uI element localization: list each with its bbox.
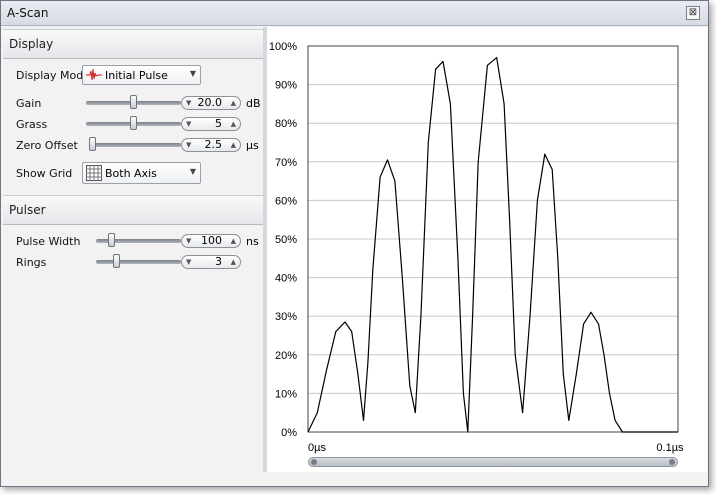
ascan-chart: 0% 10% 20% 30% 40% 50% 60% 70% 80% 90% 100% 0µs 0.1µ…	[269, 41, 684, 454]
x-tick-label: 0.1µs	[656, 442, 684, 454]
y-tick-label: 50%	[275, 234, 297, 246]
y-tick-label: 10%	[275, 388, 297, 400]
scrollbar-left-handle[interactable]	[311, 459, 317, 465]
y-tick-label: 40%	[275, 273, 297, 285]
y-tick-label: 70%	[275, 157, 297, 169]
y-tick-label: 60%	[275, 195, 297, 207]
ascan-window: A-Scan ⊠ Display Display Mode Initial Pu…	[0, 0, 709, 487]
y-tick-label: 0%	[281, 427, 297, 439]
y-tick-label: 20%	[275, 350, 297, 362]
y-tick-label: 90%	[275, 80, 297, 92]
chart-horizontal-scrollbar[interactable]	[308, 457, 678, 467]
signal-trace	[307, 56, 678, 433]
y-tick-label: 100%	[269, 41, 297, 53]
y-tick-label: 80%	[275, 118, 297, 130]
x-tick-label: 0µs	[308, 442, 326, 454]
scrollbar-right-handle[interactable]	[669, 459, 675, 465]
y-tick-label: 30%	[275, 311, 297, 323]
